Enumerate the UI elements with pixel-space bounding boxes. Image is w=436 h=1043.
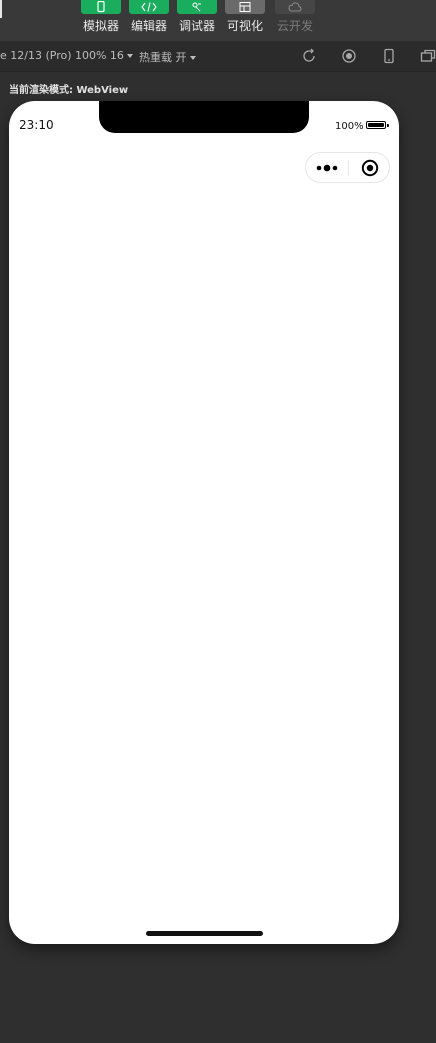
cloud-icon <box>288 2 302 12</box>
debugger-button[interactable] <box>177 0 217 14</box>
editor-toggle[interactable]: 编辑器 <box>129 0 169 33</box>
simulator-toggle[interactable]: 模拟器 <box>81 0 121 33</box>
device-select[interactable]: e 12/13 (Pro) 100% 16 <box>0 49 133 62</box>
code-icon <box>141 2 157 12</box>
simulator-button[interactable] <box>81 0 121 14</box>
close-icon[interactable] <box>361 159 379 177</box>
cloud-button[interactable] <box>275 0 315 14</box>
window-edge <box>0 0 2 18</box>
simulator-label: 模拟器 <box>82 19 120 33</box>
phone-icon <box>97 1 105 13</box>
status-bar-time: 23:10 <box>19 118 54 132</box>
chevron-down-icon <box>126 54 133 58</box>
phone-simulator[interactable]: 23:10 100% <box>9 101 399 944</box>
layout-icon <box>239 2 251 12</box>
cloud-label: 云开发 <box>276 19 314 33</box>
device-select-value: e 12/13 (Pro) 100% 16 <box>0 49 124 62</box>
render-mode-label: 当前渲染模式: WebView <box>9 85 129 96</box>
cloud-toggle[interactable]: 云开发 <box>275 0 315 33</box>
visual-toggle[interactable]: 可视化 <box>225 0 265 33</box>
debug-icon <box>192 2 201 12</box>
capsule-divider <box>348 161 349 175</box>
battery-percentage: 100% <box>335 121 364 132</box>
refresh-icon[interactable] <box>301 48 317 64</box>
hot-reload-select[interactable]: 热重载 开 <box>139 49 196 65</box>
phone-notch <box>99 101 309 133</box>
home-indicator <box>146 931 263 936</box>
visual-button[interactable] <box>225 0 265 14</box>
device-icon[interactable] <box>381 48 397 64</box>
record-icon[interactable] <box>341 48 357 64</box>
editor-button[interactable] <box>129 0 169 14</box>
editor-label: 编辑器 <box>130 19 168 33</box>
top-toolbar: 模拟器 编辑器 调试器 可视化 云开发 <box>0 0 436 41</box>
hot-reload-value: 热重载 开 <box>139 51 187 64</box>
debugger-label: 调试器 <box>178 19 216 33</box>
visual-label: 可视化 <box>226 19 264 33</box>
chevron-down-icon <box>189 56 196 60</box>
window-icon[interactable] <box>420 48 436 64</box>
debugger-toggle[interactable]: 调试器 <box>177 0 217 33</box>
battery-tip <box>387 124 389 127</box>
mini-program-capsule <box>305 152 390 183</box>
battery-icon <box>366 121 386 129</box>
more-icon[interactable] <box>316 162 340 174</box>
